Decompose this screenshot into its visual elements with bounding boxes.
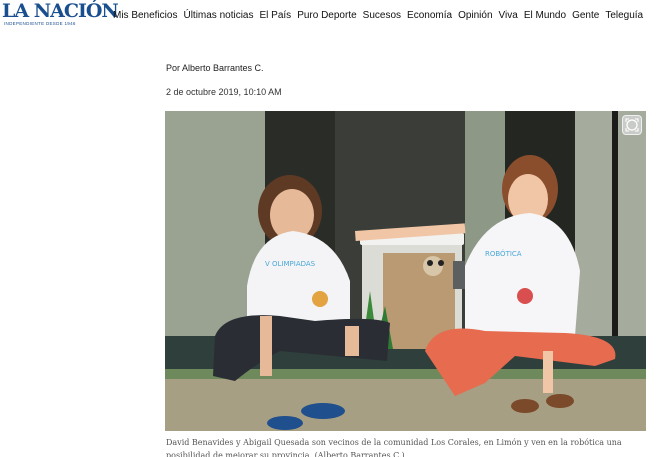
nav-item-puro-deporte[interactable]: Puro Deporte <box>297 10 356 21</box>
logo-tagline: INDEPENDIENTE DESDE 1946 <box>4 21 76 26</box>
nav-item-economia[interactable]: Economía <box>407 10 452 21</box>
article-byline: Por Alberto Barrantes C. <box>166 63 264 73</box>
logo-wordmark: LA NACIÓN <box>2 0 119 22</box>
nav-item-mis-beneficios[interactable]: Mis Beneficios <box>113 10 177 21</box>
expand-icon-glyph <box>625 118 639 132</box>
article-photo[interactable]: V OLIMPIADAS ROBÓTICA <box>165 111 646 431</box>
nav-item-opinion[interactable]: Opinión <box>458 10 492 21</box>
photo-caption: David Benavides y Abigail Quesada son ve… <box>166 438 622 457</box>
expand-icon[interactable] <box>622 115 642 135</box>
nav-item-el-mundo[interactable]: El Mundo <box>524 10 566 21</box>
nav-item-ultimas-noticias[interactable]: Últimas noticias <box>183 10 253 21</box>
site-logo[interactable]: LA NACIÓN INDEPENDIENTE DESDE 1946 <box>2 0 119 27</box>
nav-item-sucesos[interactable]: Sucesos <box>363 10 401 21</box>
photo-illustration: V OLIMPIADAS ROBÓTICA <box>165 111 646 431</box>
nav-item-el-pais[interactable]: El País <box>260 10 292 21</box>
nav-item-viva[interactable]: Viva <box>499 10 518 21</box>
nav-item-gente[interactable]: Gente <box>572 10 599 21</box>
main-nav: Mis Beneficios Últimas noticias El País … <box>113 10 649 21</box>
article-date: 2 de octubre 2019, 10:10 AM <box>166 87 282 97</box>
nav-item-teleguia[interactable]: Teleguía <box>605 10 643 21</box>
svg-text:ROBÓTICA: ROBÓTICA <box>485 249 522 258</box>
svg-text:V OLIMPIADAS: V OLIMPIADAS <box>265 260 316 268</box>
site-header: LA NACIÓN INDEPENDIENTE DESDE 1946 Mis B… <box>0 0 664 32</box>
